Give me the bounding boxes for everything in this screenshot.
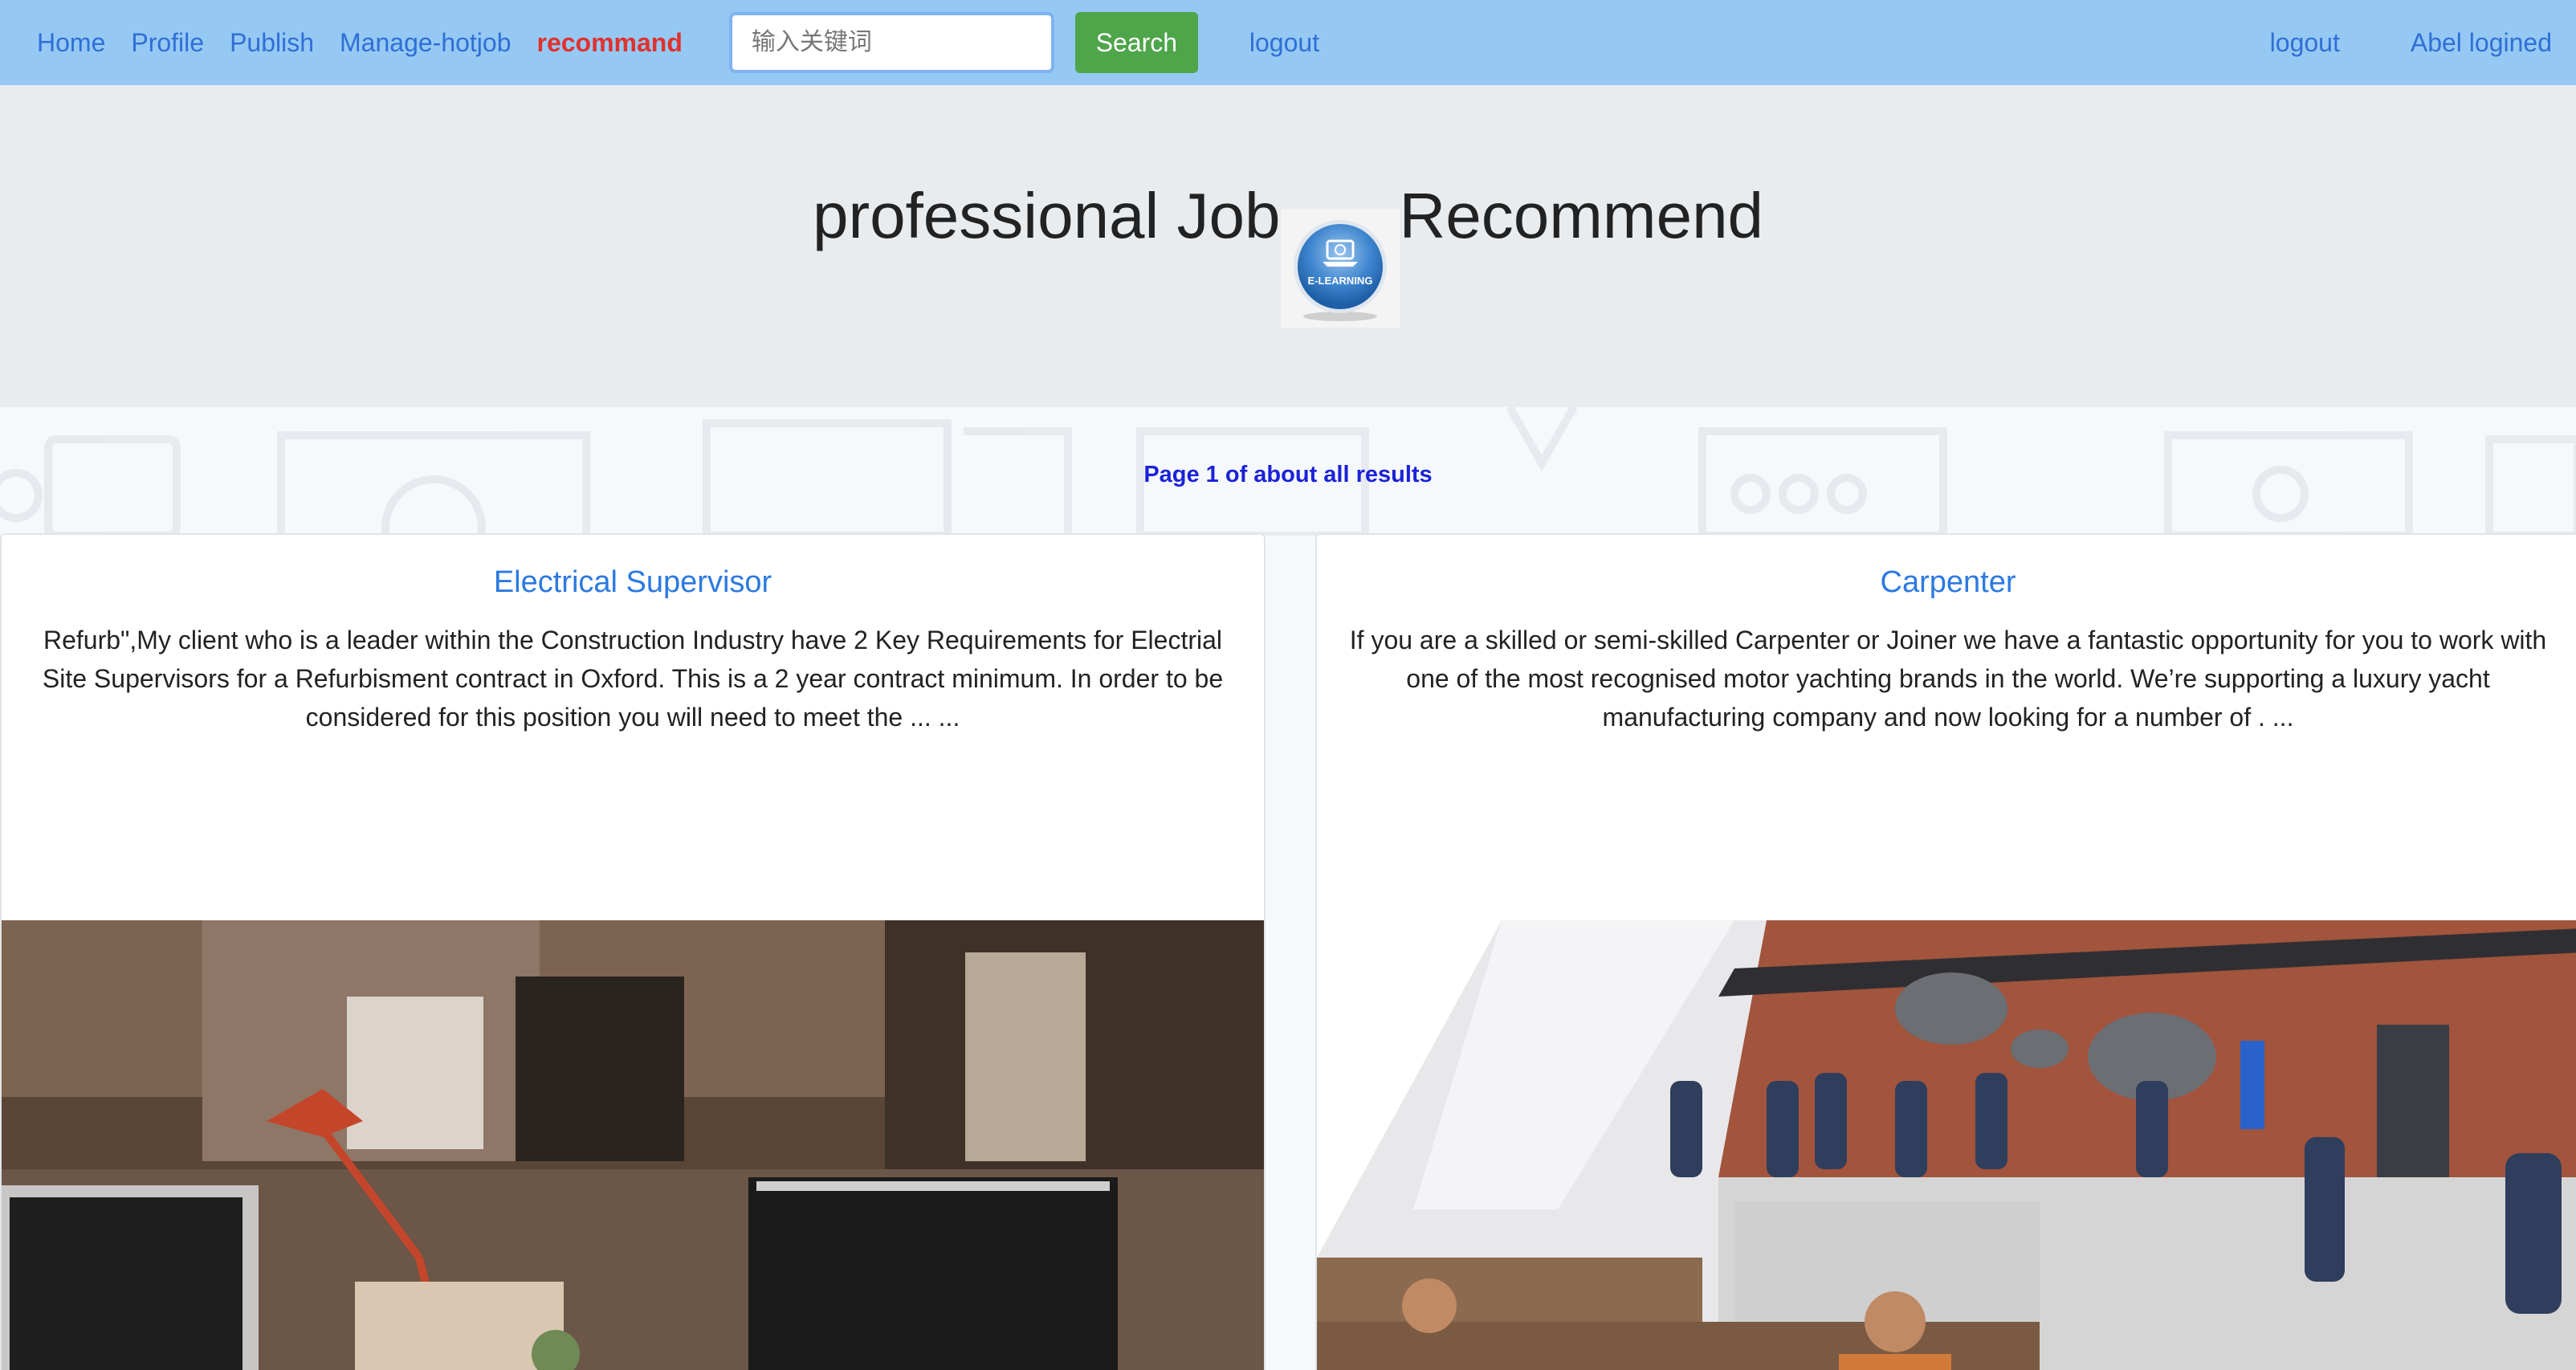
nav-recommand-link[interactable]: recommand	[524, 0, 695, 85]
top-navbar: Home Profile Publish Manage-hotjob recom…	[0, 0, 2576, 85]
nav-publish-link[interactable]: Publish	[217, 0, 327, 85]
nav-manage-hotjob-link[interactable]: Manage-hotjob	[327, 0, 524, 85]
results-section: Page 1 of about all results Electrical S…	[0, 407, 2576, 1370]
search-form: Search	[728, 12, 1198, 73]
svg-text:E-LEARNING: E-LEARNING	[1307, 275, 1372, 287]
job-card: Carpenter If you are a skilled or semi-s…	[1315, 533, 2576, 1370]
results-page-info: Page 1 of about all results	[1143, 462, 1433, 487]
page-title-right: Recommend	[1399, 180, 1764, 251]
nav-links: Home Profile Publish Manage-hotjob recom…	[24, 0, 1332, 85]
user-status-link[interactable]: Abel logined	[2340, 0, 2552, 85]
nav-user-area: logout Abel logined	[2199, 0, 2552, 85]
logout-link-right[interactable]: logout	[2199, 0, 2340, 85]
job-description: If you are a skilled or semi-skilled Car…	[1349, 626, 2547, 732]
team-office-image	[1317, 920, 2576, 1370]
nav-profile-link[interactable]: Profile	[118, 0, 217, 85]
e-learning-logo-icon: E-LEARNING	[1280, 209, 1400, 328]
job-title-link[interactable]: Carpenter	[1317, 565, 2576, 600]
job-description: Refurb",My client who is a leader within…	[42, 626, 1224, 732]
page-title-left: professional Job	[812, 180, 1281, 251]
search-input[interactable]	[728, 12, 1054, 73]
nav-home-link[interactable]: Home	[24, 0, 118, 85]
job-title-link[interactable]: Electrical Supervisor	[2, 565, 1264, 600]
hero-banner: professional Job E-LEARNING Recommend	[0, 85, 2576, 407]
job-card: Electrical Supervisor Refurb",My client …	[0, 533, 1266, 1370]
office-workspace-image	[2, 920, 1264, 1370]
logout-link[interactable]: logout	[1237, 0, 1332, 85]
page-title: professional Job E-LEARNING Recommend	[812, 180, 1764, 328]
search-button[interactable]: Search	[1074, 12, 1198, 73]
